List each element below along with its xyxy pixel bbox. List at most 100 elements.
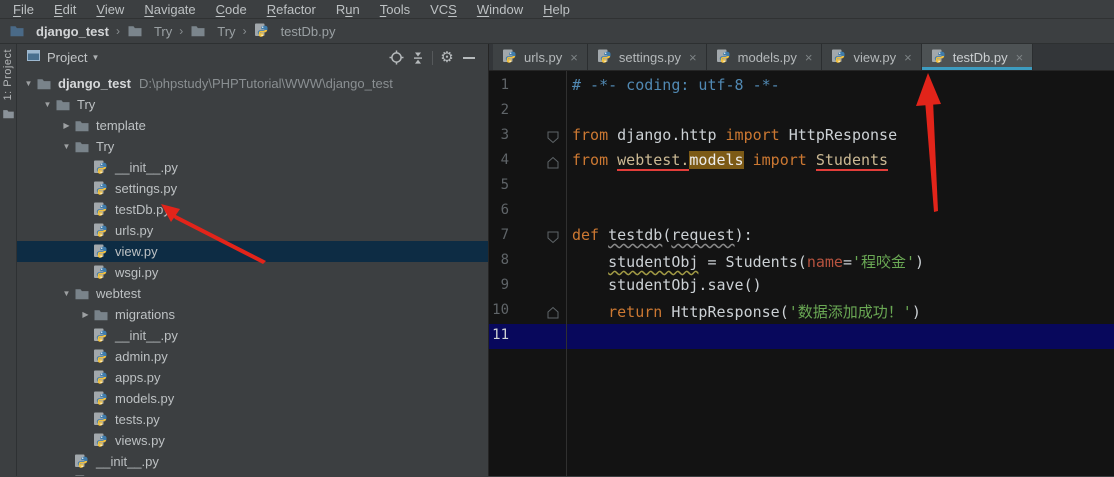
tree-item-settings.py[interactable]: settings.py bbox=[17, 178, 488, 199]
menu-edit[interactable]: Edit bbox=[44, 2, 86, 17]
python-file-icon bbox=[93, 244, 109, 260]
tree-item-urls.py[interactable]: urls.py bbox=[17, 220, 488, 241]
code-line-8[interactable]: 8 studentObj = Students(name='程咬金') bbox=[489, 249, 1114, 274]
tree-item-apps.py[interactable]: apps.py bbox=[17, 367, 488, 388]
locate-icon[interactable] bbox=[385, 48, 407, 68]
code-line-3[interactable]: 3from django.http import HttpResponse bbox=[489, 124, 1114, 149]
folder-icon bbox=[9, 23, 25, 39]
project-panel-title[interactable]: Project bbox=[47, 50, 87, 65]
chevron-down-icon[interactable]: ▼ bbox=[91, 53, 99, 62]
code-editor[interactable]: 1# -*- coding: utf-8 -*-23from django.ht… bbox=[489, 71, 1114, 476]
editor-tab-testDb.py[interactable]: testDb.py× bbox=[922, 44, 1034, 70]
tree-item-label: apps.py bbox=[115, 370, 161, 385]
python-file-icon bbox=[93, 160, 109, 176]
menu-file[interactable]: File bbox=[3, 2, 44, 17]
code-line-5[interactable]: 5 bbox=[489, 174, 1114, 199]
menu-vcs[interactable]: VCS bbox=[420, 2, 467, 17]
menu-run[interactable]: Run bbox=[326, 2, 370, 17]
breadcrumb-item-try[interactable]: Try bbox=[190, 23, 235, 39]
tree-item-__init__.py[interactable]: __init__.py bbox=[17, 157, 488, 178]
breadcrumb-item-try[interactable]: Try bbox=[127, 23, 172, 39]
code-line-4[interactable]: 4from webtest.models import Students bbox=[489, 149, 1114, 174]
chevron-collapsed-icon[interactable]: ▶ bbox=[78, 310, 93, 319]
tab-label: models.py bbox=[738, 50, 797, 65]
code-line-2[interactable]: 2 bbox=[489, 99, 1114, 124]
menu-view[interactable]: View bbox=[86, 2, 134, 17]
code-line-1[interactable]: 1# -*- coding: utf-8 -*- bbox=[489, 74, 1114, 99]
divider bbox=[432, 51, 433, 65]
line-number: 7 bbox=[491, 227, 509, 243]
tree-item-clipped[interactable] bbox=[17, 472, 488, 476]
tree-item-wsgi.py[interactable]: wsgi.py bbox=[17, 262, 488, 283]
folder-icon bbox=[127, 23, 143, 39]
tree-item-label: template bbox=[96, 118, 146, 133]
editor-tab-settings.py[interactable]: settings.py× bbox=[588, 44, 707, 70]
line-number: 1 bbox=[491, 77, 509, 93]
breadcrumb-item-django_test[interactable]: django_test bbox=[9, 23, 109, 39]
code-line-7[interactable]: 7def testdb(request): bbox=[489, 224, 1114, 249]
code-line-9[interactable]: 9 studentObj.save() bbox=[489, 274, 1114, 299]
folder-icon bbox=[74, 139, 90, 155]
python-file-icon bbox=[93, 181, 109, 197]
settings-gear-icon[interactable]: ⚙ bbox=[436, 48, 458, 68]
tree-item-views.py[interactable]: views.py bbox=[17, 430, 488, 451]
code-line-10[interactable]: 10 return HttpResponse('数据添加成功！') bbox=[489, 299, 1114, 324]
breadcrumb-item-testdb.py[interactable]: testDb.py bbox=[254, 23, 336, 39]
editor-tab-models.py[interactable]: models.py × bbox=[707, 44, 823, 70]
code-line-11[interactable]: 11 bbox=[489, 324, 1114, 349]
fold-marker-start[interactable] bbox=[547, 130, 559, 148]
menu-refactor[interactable]: Refactor bbox=[257, 2, 326, 17]
tree-item-__init__.py[interactable]: __init__.py bbox=[17, 325, 488, 346]
python-file-icon bbox=[74, 454, 90, 470]
menu-help[interactable]: Help bbox=[533, 2, 580, 17]
fold-marker-end[interactable] bbox=[547, 155, 559, 173]
breadcrumb-separator: › bbox=[243, 24, 247, 38]
folder-icon bbox=[190, 23, 206, 39]
menu-tools[interactable]: Tools bbox=[370, 2, 420, 17]
tree-item-template[interactable]: ▶ template bbox=[17, 115, 488, 136]
python-file-icon bbox=[93, 328, 109, 344]
chevron-expanded-icon[interactable]: ▼ bbox=[59, 142, 74, 151]
close-icon[interactable]: × bbox=[570, 50, 578, 65]
tree-item-models.py[interactable]: models.py bbox=[17, 388, 488, 409]
tree-item-label: views.py bbox=[115, 433, 165, 448]
fold-marker-start[interactable] bbox=[547, 230, 559, 248]
tree-item-label: django_test bbox=[58, 76, 131, 91]
fold-marker-end[interactable] bbox=[547, 305, 559, 323]
project-stripe-tab[interactable]: 1: Project bbox=[2, 49, 14, 100]
tree-item-tests.py[interactable]: tests.py bbox=[17, 409, 488, 430]
tree-item-label: __init__.py bbox=[115, 160, 178, 175]
hide-panel-icon[interactable] bbox=[458, 48, 480, 68]
breadcrumb: django_test›Try›Try› testDb.py bbox=[0, 19, 1114, 44]
menu-window[interactable]: Window bbox=[467, 2, 533, 17]
tree-item-__init__.py[interactable]: __init__.py bbox=[17, 451, 488, 472]
chevron-expanded-icon[interactable]: ▼ bbox=[21, 79, 36, 88]
tree-item-Try[interactable]: ▼Try bbox=[17, 136, 488, 157]
project-path: D:\phpstudy\PHPTutorial\WWW\django_test bbox=[139, 76, 393, 91]
tree-item-admin.py[interactable]: admin.py bbox=[17, 346, 488, 367]
tree-item-webtest[interactable]: ▼webtest bbox=[17, 283, 488, 304]
editor-tab-urls.py[interactable]: urls.py× bbox=[493, 44, 588, 70]
collapse-all-icon[interactable] bbox=[407, 48, 429, 68]
code-line-6[interactable]: 6 bbox=[489, 199, 1114, 224]
chevron-expanded-icon[interactable]: ▼ bbox=[40, 100, 55, 109]
folder-icon bbox=[74, 118, 90, 134]
tree-item-view.py[interactable]: view.py bbox=[17, 241, 488, 262]
menu-navigate[interactable]: Navigate bbox=[134, 2, 205, 17]
tree-item-label: wsgi.py bbox=[115, 265, 158, 280]
menu-code[interactable]: Code bbox=[206, 2, 257, 17]
tree-item-label: urls.py bbox=[115, 223, 153, 238]
close-icon[interactable]: × bbox=[689, 50, 697, 65]
chevron-expanded-icon[interactable]: ▼ bbox=[59, 289, 74, 298]
editor-tab-view.py[interactable]: view.py× bbox=[822, 44, 921, 70]
tree-item-django_test[interactable]: ▼ django_test D:\phpstudy\PHPTutorial\WWW\… bbox=[17, 73, 488, 94]
tree-item-testDb.py[interactable]: testDb.py bbox=[17, 199, 488, 220]
tree-item-Try[interactable]: ▼Try bbox=[17, 94, 488, 115]
pycharm-window: FileEditViewNavigateCodeRefactorRunTools… bbox=[0, 0, 1114, 477]
tree-item-migrations[interactable]: ▶migrations bbox=[17, 304, 488, 325]
close-icon[interactable]: × bbox=[1016, 50, 1024, 65]
menu-bar: FileEditViewNavigateCodeRefactorRunTools… bbox=[0, 0, 1114, 19]
close-icon[interactable]: × bbox=[805, 50, 813, 65]
close-icon[interactable]: × bbox=[904, 50, 912, 65]
chevron-collapsed-icon[interactable]: ▶ bbox=[59, 121, 74, 130]
